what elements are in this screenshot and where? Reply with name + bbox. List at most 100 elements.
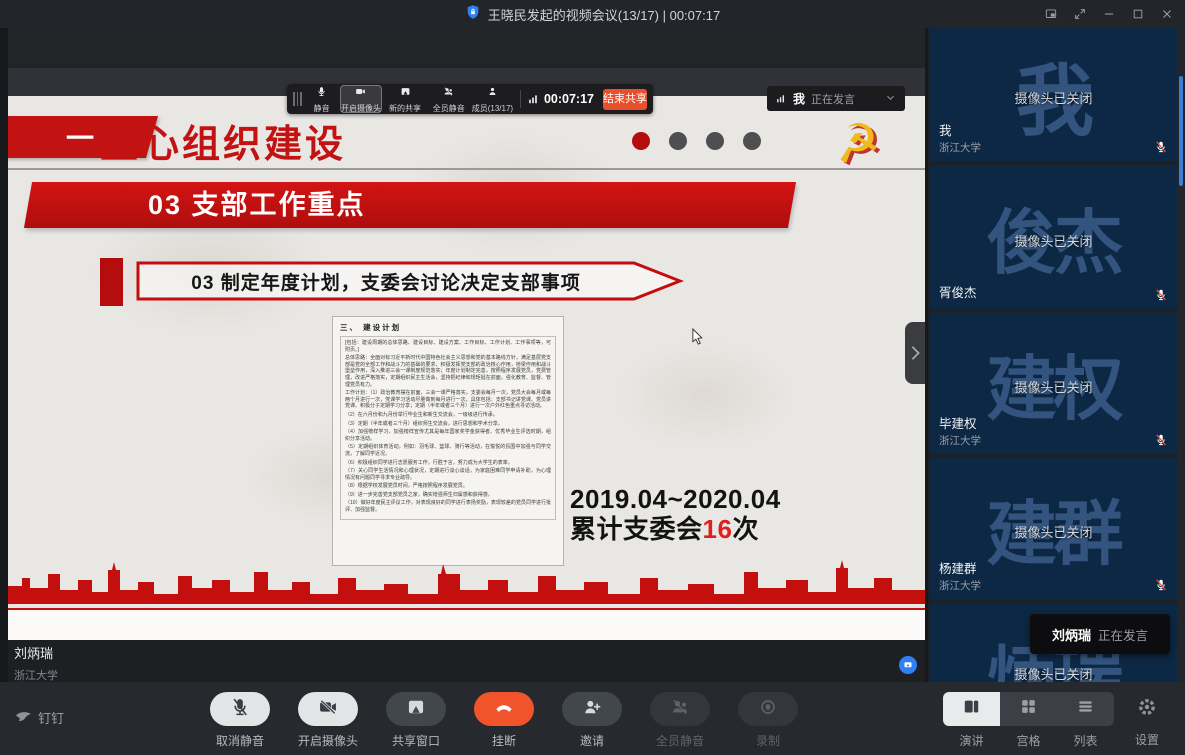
participant-tile[interactable]: 俊杰 摄像头已关闭 胥俊杰 — [930, 165, 1177, 309]
slide-pagination-dot — [706, 132, 724, 150]
toolbar-mute-button[interactable]: 静音 — [306, 85, 338, 113]
document-paragraph: （8）根据学校发展党员时间，严格按照程序发展党员。 — [345, 483, 551, 490]
document-paragraph: （2）在六月份和九月份举行毕业生和新生交流会，一级级进行传承。 — [345, 412, 551, 419]
dingtalk-wing-icon — [14, 708, 33, 727]
mute-all-icon — [443, 84, 454, 102]
slide-arrow-callout-text: 03 制定年度计划，支委会讨论决定支部事项 — [136, 259, 636, 303]
toolbar-mute-all-label: 全员静音 — [433, 103, 465, 114]
participant-tile[interactable]: 我 摄像头已关闭 我 浙江大学 — [930, 28, 1177, 161]
participant-name: 毕建权 — [939, 413, 977, 432]
view-list-label: 列表 — [1073, 732, 1097, 749]
unmute-button[interactable]: 取消静音 — [200, 692, 280, 749]
hangup-button[interactable]: 挂断 — [464, 692, 544, 749]
mute-all-icon — [670, 697, 690, 722]
toolbar-members-button[interactable]: 成员(13/17) — [472, 85, 514, 113]
record-button[interactable]: 录制 — [728, 692, 808, 749]
signal-bars-icon — [528, 93, 540, 105]
dingtalk-logo: 钉钉 — [14, 708, 64, 727]
toolbar-camera-button[interactable]: 开启摄像头 — [340, 85, 382, 113]
camera-on-label: 开启摄像头 — [298, 732, 358, 749]
speaker-view-icon — [962, 697, 981, 721]
mute-all-button[interactable]: 全员静音 — [640, 692, 720, 749]
camera-icon — [355, 84, 366, 102]
signal-bars-icon — [776, 93, 787, 104]
document-paragraph: [包括：建设周期的总体思路、建设目标、建设方案、工作目标、工作计划、工作事项等，… — [345, 340, 551, 353]
members-icon — [487, 84, 498, 102]
speaking-toast-status: 正在发言 — [1098, 625, 1148, 644]
settings-button[interactable]: 设置 — [1119, 696, 1175, 748]
invite-button[interactable]: 邀请 — [552, 692, 632, 749]
invite-person-add-icon — [582, 697, 602, 722]
dingtalk-logo-text: 钉钉 — [38, 708, 64, 727]
next-slide-chevron[interactable] — [905, 322, 925, 384]
titlebar: 王晓民发起的视频会议(13/17) | 00:07:17 — [0, 0, 1185, 28]
close-icon[interactable] — [1159, 6, 1175, 22]
slide-pagination — [632, 132, 761, 150]
window-title: 王晓民发起的视频会议(13/17) | 00:07:17 — [488, 5, 720, 24]
active-speaker-status: 正在发言 — [811, 91, 855, 107]
toolbar-mute-all-button[interactable]: 全员静音 — [428, 85, 470, 113]
toolbar-drag-handle[interactable] — [293, 92, 302, 106]
camera-off-label: 摄像头已关闭 — [930, 664, 1177, 682]
slide-divider — [8, 168, 925, 170]
invite-label: 邀请 — [580, 732, 604, 749]
slide-pagination-dot — [669, 132, 687, 150]
share-window-icon — [406, 697, 426, 722]
camera-off-label: 摄像头已关闭 — [930, 88, 1177, 107]
document-paragraph: （4）加强榜样学习，加强榜样宣传尤其是每年国家奖学金获得者、优秀毕业生评选时期，… — [345, 429, 551, 442]
list-view-icon — [1076, 697, 1095, 721]
toolbar-new-share-label: 新的共享 — [389, 103, 421, 114]
mic-muted-icon — [1154, 433, 1168, 447]
participant-org: 浙江大学 — [939, 433, 981, 448]
stats-label: 累计支委会 — [570, 514, 703, 544]
view-grid-button[interactable]: 宫格 — [1000, 692, 1057, 749]
toolbar-new-share-button[interactable]: 新的共享 — [384, 85, 426, 113]
slide-red-accent-block — [100, 258, 123, 306]
stats-period: 2019.04~2020.04 — [570, 484, 781, 514]
camera-on-button[interactable]: 开启摄像头 — [288, 692, 368, 749]
record-icon — [758, 697, 778, 722]
grid-view-icon — [1019, 697, 1038, 721]
mini-window-icon[interactable] — [1043, 6, 1059, 22]
participant-org: 浙江大学 — [939, 578, 981, 593]
city-skyline-graphic — [8, 560, 925, 604]
document-paragraph: 工作计划：（1）政治教育摆在前面，三会一课严格落实，支委会每月一次，党员大会每月… — [345, 390, 551, 410]
end-share-button[interactable]: 结束共享 — [603, 89, 647, 110]
slide-stats: 2019.04~2020.04 累计支委会16次 — [570, 484, 781, 544]
document-body: [包括：建设周期的总体思路、建设目标、建设方案、工作目标、工作计划、工作事项等，… — [340, 336, 556, 520]
participant-tile[interactable]: 建群 摄像头已关闭 杨建群 浙江大学 — [930, 458, 1177, 599]
toolbar-camera-label: 开启摄像头 — [341, 103, 381, 114]
maximize-icon[interactable] — [1130, 6, 1146, 22]
toolbar-members-label: 成员(13/17) — [472, 103, 513, 114]
presenter-org: 浙江大学 — [14, 667, 58, 683]
view-list-button[interactable]: 列表 — [1057, 692, 1114, 749]
view-speaker-button[interactable]: 演讲 — [943, 692, 1000, 749]
sidebar-scrollbar-thumb[interactable] — [1179, 76, 1183, 186]
active-speaker-widget[interactable]: 我 正在发言 — [767, 86, 905, 111]
view-grid-label: 宫格 — [1016, 732, 1040, 749]
camera-off-label: 摄像头已关闭 — [930, 522, 1177, 541]
document-paragraph: 总体思路：全面对标习近平新时代中国特色社会主义思想和党的基本路线方针，满足基层党… — [345, 355, 551, 388]
mute-all-label: 全员静音 — [656, 732, 704, 749]
video-letterbox-bottom — [8, 640, 925, 682]
camera-off-label: 摄像头已关闭 — [930, 377, 1177, 396]
view-speaker-label: 演讲 — [959, 732, 983, 749]
slide-bottom-margin — [8, 610, 925, 640]
active-speaker-name: 我 — [793, 90, 805, 107]
meeting-control-bar: 钉钉 取消静音 开启摄像头 共享窗口 挂断 邀请 全员静音 录制 — [0, 682, 1185, 755]
participant-tile[interactable]: 建权 摄像头已关闭 毕建权 浙江大学 — [930, 313, 1177, 454]
toolbar-mute-label: 静音 — [314, 103, 330, 114]
gear-icon — [1136, 696, 1158, 723]
mic-off-icon — [230, 697, 250, 722]
document-heading: 三、 建设计划 — [340, 322, 556, 333]
mic-muted-icon — [1154, 578, 1168, 592]
meeting-timer: 00:07:17 — [528, 92, 594, 106]
fullscreen-icon[interactable] — [1072, 6, 1088, 22]
slide-title: 重心组织建设 — [100, 113, 346, 168]
presenter-name: 刘炳瑞 — [14, 643, 58, 662]
minimize-icon[interactable] — [1101, 6, 1117, 22]
share-window-button[interactable]: 共享窗口 — [376, 692, 456, 749]
video-letterbox-top — [8, 28, 925, 68]
document-paragraph: （5）定期组织体育活动，例如：羽毛球、篮球、骑行等活动，在愉悦的氛围中加强与同学… — [345, 444, 551, 457]
chevron-down-icon[interactable] — [885, 90, 896, 108]
